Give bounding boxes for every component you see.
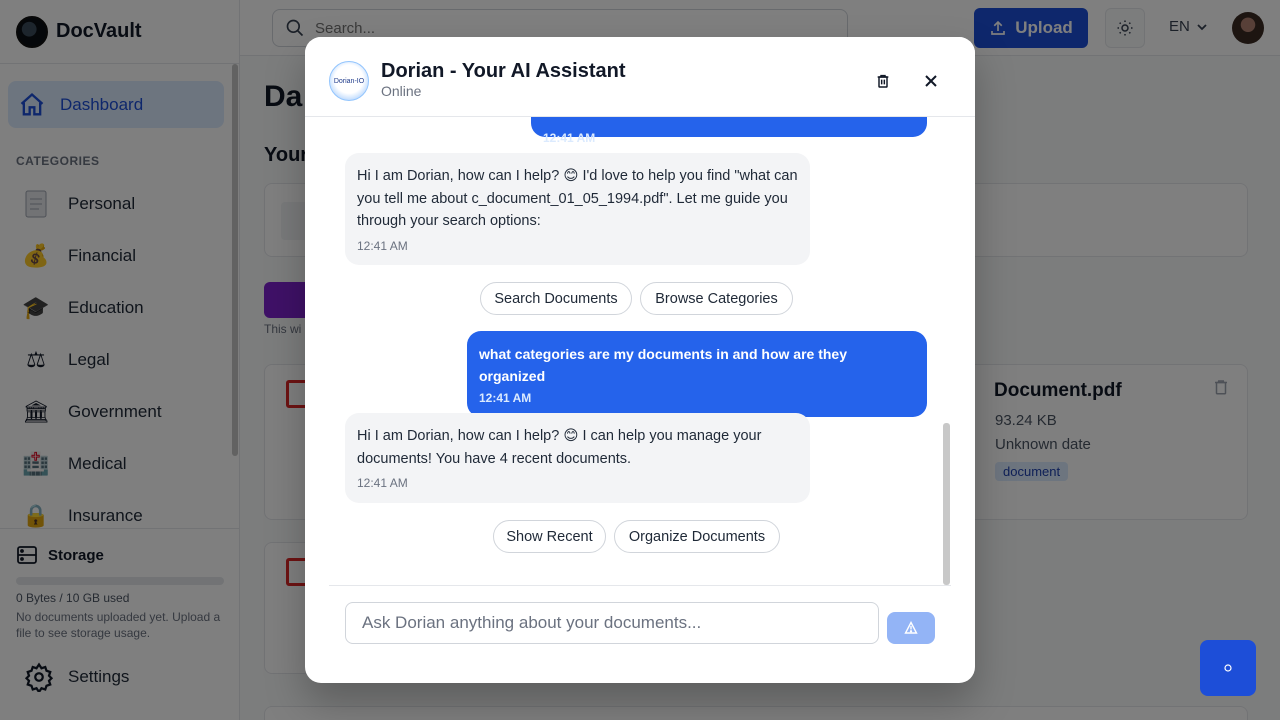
chat-launcher-button[interactable] [1200,640,1256,696]
quick-reply-organize-documents[interactable]: Organize Documents [614,520,780,553]
close-icon [925,75,937,87]
assistant-logo-text: Dorian-IO [333,77,365,85]
bot-message: Hi I am Dorian, how can I help? 😊 I can … [345,413,810,503]
quick-reply-search-documents[interactable]: Search Documents [480,282,632,315]
chat-bubble-icon [1224,664,1232,672]
chat-messages[interactable]: 12:41 AM Hi I am Dorian, how can I help?… [329,117,951,585]
message-time: 12:41 AM [357,238,408,253]
clear-chat-button[interactable] [873,71,893,91]
user-message: 12:41 AM [531,117,927,145]
quick-reply-browse-categories[interactable]: Browse Categories [640,282,793,315]
chat-status: Online [381,83,422,99]
message-text: Hi I am Dorian, how can I help? 😊 I can … [357,428,762,467]
quick-reply-show-recent[interactable]: Show Recent [493,520,606,553]
message-time: 12:41 AM [357,476,408,490]
chat-scrollbar[interactable] [943,117,951,585]
message-time: 12:41 AM [479,391,532,405]
message-time: 12:41 AM [543,131,596,145]
user-message: what categories are my documents in and … [467,331,927,417]
message-text: Hi I am Dorian, how can I help? 😊 I'd lo… [357,168,798,229]
chat-title: Dorian - Your AI Assistant [381,60,626,82]
message-text: what categories are my documents in and … [479,346,847,384]
bot-message: Hi I am Dorian, how can I help? 😊 I'd lo… [345,153,810,265]
chat-modal: Dorian-IO Dorian - Your AI Assistant Onl… [305,37,975,683]
close-button[interactable] [921,71,941,91]
send-icon [904,621,918,634]
chat-input-bar [329,585,951,683]
assistant-logo: Dorian-IO [329,61,369,101]
chat-header: Dorian-IO Dorian - Your AI Assistant Onl… [305,37,975,117]
scrollbar-thumb[interactable] [943,423,950,585]
chat-input[interactable] [345,602,879,644]
trash-icon [877,74,889,88]
send-button[interactable] [887,612,935,644]
